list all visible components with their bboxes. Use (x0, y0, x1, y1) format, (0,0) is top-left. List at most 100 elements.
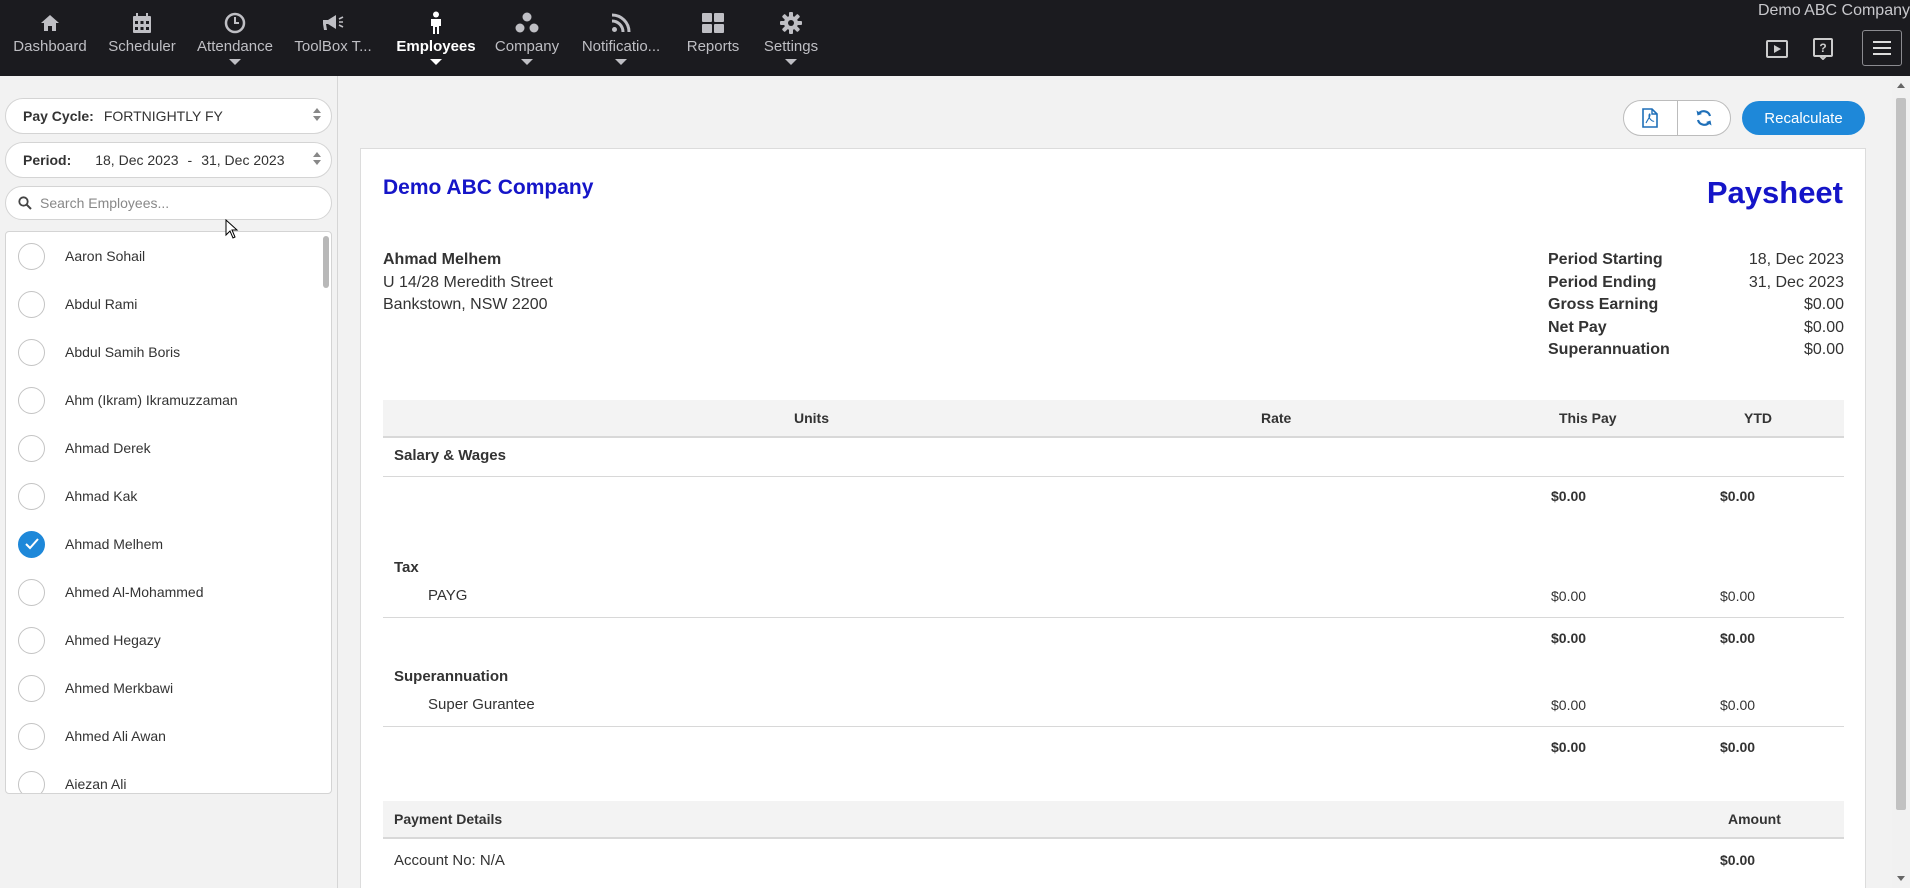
employee-list: Aaron Sohail Abdul Rami Abdul Samih Boris A… (5, 231, 332, 794)
radio-icon[interactable] (18, 482, 45, 510)
nav-label: Notificatio... (581, 38, 661, 55)
summary-superannuation: Superannuation $0.00 (1548, 341, 1844, 363)
divider (383, 726, 1844, 727)
recalculate-button[interactable]: Recalculate (1742, 101, 1865, 135)
summary-net-pay: Net Pay $0.00 (1548, 319, 1844, 341)
radio-icon[interactable] (18, 674, 45, 702)
payment-details-header: Payment Details Amount (383, 801, 1844, 839)
radio-icon[interactable] (18, 338, 45, 366)
radio-icon[interactable] (18, 434, 45, 462)
super-this-pay: $0.00 (1551, 697, 1587, 713)
employee-name: Ahmed Merkbawi (65, 680, 174, 696)
summary-label: Period Starting (1548, 251, 1663, 268)
column-units: Units (794, 410, 829, 426)
nav-label: Settings (763, 38, 819, 55)
nav-dashboard[interactable]: Dashboard (10, 0, 90, 76)
nav-label: Scheduler (108, 38, 176, 55)
export-pdf-button[interactable] (1624, 101, 1677, 135)
employee-list-item[interactable]: Ahm (Ikram) Ikramuzzaman (6, 376, 318, 424)
nav-company[interactable]: Company (490, 0, 564, 76)
employee-list-item[interactable]: Aiezan Ali (6, 760, 318, 793)
home-icon (40, 10, 60, 36)
employee-name: Abdul Samih Boris (65, 344, 181, 360)
hamburger-menu-icon[interactable] (1862, 30, 1902, 66)
payg-ytd: $0.00 (1720, 588, 1756, 604)
summary-value: $0.00 (1803, 341, 1844, 358)
nav-notifications[interactable]: Notificatio... (580, 0, 662, 76)
nav-settings[interactable]: Settings (760, 0, 822, 76)
scroll-up-icon[interactable] (1897, 83, 1905, 88)
summary-period-starting: Period Starting 18, Dec 2023 (1548, 251, 1844, 273)
top-navbar: Dashboard Scheduler Attendance ToolBox T… (0, 0, 1910, 76)
scroll-down-icon[interactable] (1897, 876, 1905, 881)
radio-icon[interactable] (18, 578, 45, 606)
nav-toolbox[interactable]: ToolBox T... (290, 0, 376, 76)
chevron-down-icon (521, 59, 533, 65)
employee-list-item[interactable]: Ahmed Ali Awan (6, 712, 318, 760)
summary-value: 31, Dec 2023 (1748, 274, 1844, 291)
video-tutorial-icon[interactable] (1764, 36, 1790, 62)
salary-wages-heading: Salary & Wages (394, 447, 506, 464)
employee-list-item[interactable]: Ahmad Derek (6, 424, 318, 472)
summary-value: $0.00 (1803, 319, 1844, 336)
address-line-2: Bankstown, NSW 2200 (383, 296, 548, 313)
summary-value: $0.00 (1803, 296, 1844, 313)
employee-name: Ahmad Derek (65, 440, 151, 456)
employee-list-item[interactable]: Ahmad Kak (6, 472, 318, 520)
pay-cycle-value: FORTNIGHTLY FY (103, 108, 223, 124)
chevron-down-icon (785, 59, 797, 65)
employee-name: Aiezan Ali (65, 776, 127, 792)
clock-icon (224, 10, 246, 36)
nav-scheduler[interactable]: Scheduler (104, 0, 180, 76)
radio-icon[interactable] (18, 242, 45, 270)
nav-reports[interactable]: Reports (682, 0, 744, 76)
employee-name: Ahmad Kak (65, 488, 138, 504)
payment-details-heading: Payment Details (394, 811, 503, 827)
column-amount: Amount (1728, 811, 1781, 827)
page-scrollbar[interactable] (1892, 76, 1910, 888)
employee-list-item[interactable]: Ahmad Melhem (6, 520, 318, 568)
chevron-down-icon (430, 59, 442, 65)
employee-list-item[interactable]: Ahmed Al-Mohammed (6, 568, 318, 616)
summary-value: 18, Dec 2023 (1748, 251, 1844, 268)
nav-attendance[interactable]: Attendance (195, 0, 275, 76)
radio-icon[interactable] (18, 770, 45, 793)
address-line-1: U 14/28 Meredith Street (383, 274, 553, 291)
search-employees-input[interactable] (40, 195, 310, 211)
help-icon[interactable]: ? (1810, 36, 1836, 62)
radio-icon[interactable] (18, 290, 45, 318)
employee-search (5, 186, 332, 220)
calendar-icon (132, 10, 152, 36)
radio-icon[interactable] (18, 626, 45, 654)
list-scrollbar[interactable] (323, 236, 329, 288)
period-select[interactable]: Period: 18, Dec 2023 - 31, Dec 2023 (5, 142, 332, 178)
refresh-button[interactable] (1676, 101, 1730, 135)
employee-list-item[interactable]: Ahmed Hegazy (6, 616, 318, 664)
super-guarantee-label: Super Gurantee (428, 696, 535, 713)
super-total-ytd: $0.00 (1720, 739, 1756, 755)
summary-label: Net Pay (1548, 319, 1607, 336)
super-total-this-pay: $0.00 (1551, 739, 1587, 755)
summary-label: Period Ending (1548, 274, 1657, 291)
checkmark-icon[interactable] (18, 530, 45, 558)
employee-list-item[interactable]: Aaron Sohail (6, 232, 318, 280)
radio-icon[interactable] (18, 386, 45, 414)
earnings-table-header: Units Rate This Pay YTD (383, 400, 1844, 438)
employee-list-item[interactable]: Abdul Samih Boris (6, 328, 318, 376)
chevron-down-icon (229, 59, 241, 65)
paysheet-employee-name: Ahmad Melhem (383, 251, 502, 268)
company-name: Demo ABC Company (1757, 2, 1910, 19)
period-start: 18, Dec 2023 (95, 152, 179, 168)
employee-name: Ahmed Al-Mohammed (65, 584, 204, 600)
paysheet-company-name: Demo ABC Company (383, 176, 594, 199)
nav-employees[interactable]: Employees (394, 0, 478, 76)
employee-list-item[interactable]: Abdul Rami (6, 280, 318, 328)
group-icon (515, 10, 539, 36)
pay-cycle-select[interactable]: Pay Cycle: FORTNIGHTLY FY (5, 98, 332, 134)
super-ytd: $0.00 (1720, 697, 1756, 713)
chevron-down-icon (615, 59, 627, 65)
nav-label: Reports (686, 38, 740, 55)
employee-list-item[interactable]: Ahmed Merkbawi (6, 664, 318, 712)
radio-icon[interactable] (18, 722, 45, 750)
scrollbar-thumb[interactable] (1896, 98, 1906, 810)
